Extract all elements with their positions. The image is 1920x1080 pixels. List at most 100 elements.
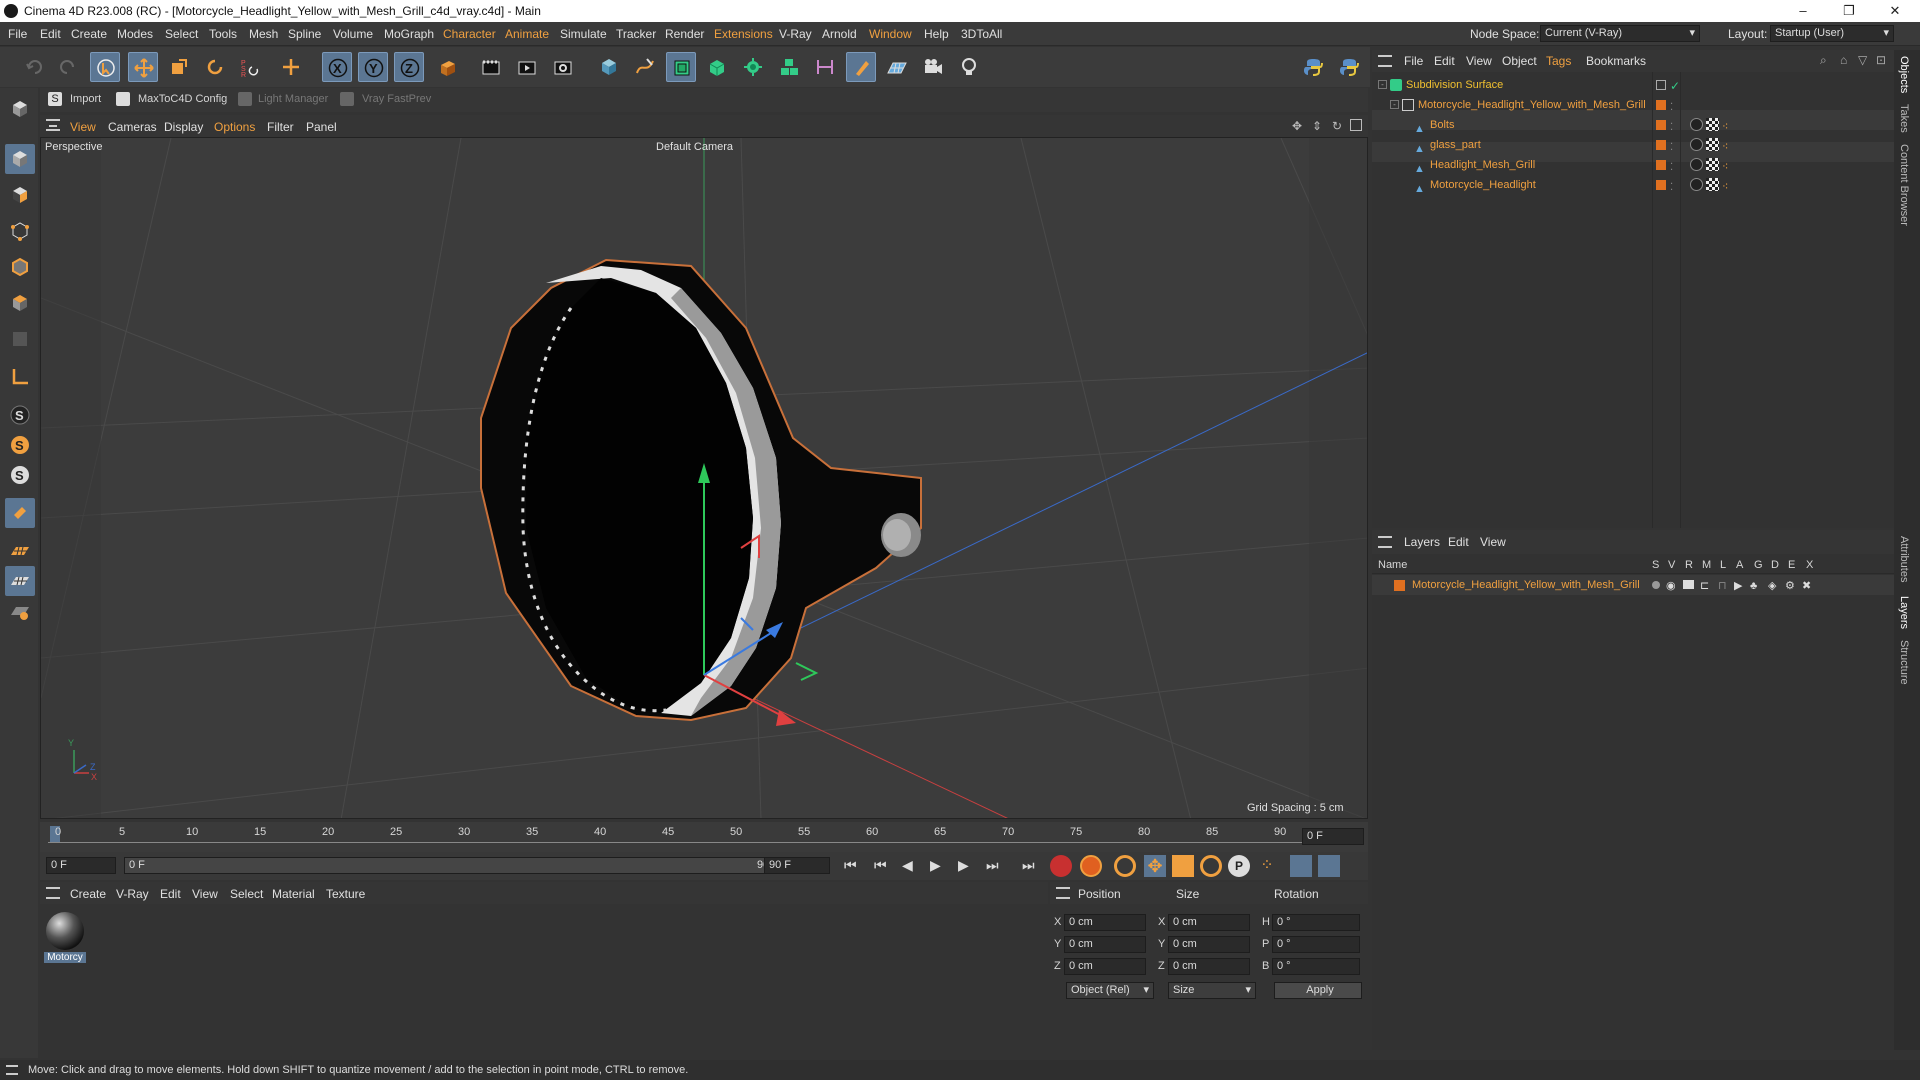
position-x-field[interactable]: 0 cm [1064,914,1146,931]
menu-mograph[interactable]: MoGraph [384,22,434,46]
manager-icon[interactable]: ⊏ [1700,576,1709,596]
material-tag-icon[interactable] [1690,138,1703,151]
menu-modes[interactable]: Modes [117,22,153,46]
menu-3dtoall[interactable]: 3DToAll [961,22,1002,46]
menu-tools[interactable]: Tools [209,22,237,46]
current-frame-field[interactable]: 0 F [1302,828,1364,845]
material-menu-view[interactable]: View [192,882,218,906]
axis-mode-button[interactable] [5,362,35,392]
uv-mode-button[interactable] [5,324,35,354]
menu-vray[interactable]: V-Ray [779,22,812,46]
tab-takes[interactable]: Takes [1898,104,1910,133]
object-row-motorcycle-headlight[interactable]: ▲ Motorcycle_Headlight ⁚ ⁖ [1372,175,1894,195]
headlight-model[interactable] [480,258,922,722]
vray-fastprev-button[interactable]: Vray FastPrev [362,93,431,105]
lock-y-axis-button[interactable]: Y [358,52,388,82]
coordinate-mode-dropdown[interactable]: Object (Rel) ▾ [1066,982,1154,999]
redo-button[interactable] [52,52,82,82]
render-view-button[interactable] [476,52,506,82]
deformer-button[interactable] [774,52,804,82]
menu-select[interactable]: Select [165,22,198,46]
play-icon[interactable]: ▶ [930,857,941,874]
rotation-b-field[interactable]: 0 ° [1272,958,1360,975]
camera-button[interactable] [918,52,948,82]
menu-file[interactable]: File [8,22,27,46]
undo-button[interactable] [20,52,50,82]
points-mode-button[interactable] [5,216,35,246]
material-menu-select[interactable]: Select [230,882,263,906]
menu-animate[interactable]: Animate [505,22,549,46]
camera-label[interactable]: Default Camera [656,141,733,153]
uvw-tag-icon[interactable] [1706,118,1719,131]
symmetry-button[interactable] [810,52,840,82]
visibility-dots-icon[interactable]: ⁚ [1670,178,1673,198]
timeline-ruler[interactable]: 0 5 10 15 20 25 30 35 40 45 50 55 60 65 … [40,822,1368,852]
checkmark-icon[interactable]: ✓ [1670,76,1680,96]
light-button[interactable] [954,52,984,82]
object-row-headlight-mesh-grill[interactable]: ▲ Headlight_Mesh_Grill ⁚ ⁖ [1372,155,1894,175]
eye-icon[interactable]: ◉ [1666,576,1676,596]
hamburger-icon[interactable] [1378,536,1392,548]
node-space-dropdown[interactable]: Current (V-Ray) ▾ [1540,25,1700,42]
key-rotation-icon[interactable] [1200,855,1222,877]
auto-keying-icon[interactable] [1080,855,1102,877]
material-menu-texture[interactable]: Texture [326,882,365,906]
workplane-button[interactable] [5,536,35,566]
animation-icon[interactable]: ▶ [1734,576,1742,596]
layout-dropdown[interactable]: Startup (User) ▾ [1770,25,1894,42]
viewport-menu-display[interactable]: Display [164,115,203,139]
render-settings-button[interactable] [548,52,578,82]
menu-tracker[interactable]: Tracker [616,22,656,46]
timeline-window-icon[interactable] [1318,855,1340,877]
material-tag-icon[interactable] [1690,118,1703,131]
viewport-menu-cameras[interactable]: Cameras [108,115,157,139]
tab-objects[interactable]: Objects [1898,56,1910,93]
material-tag-icon[interactable] [1690,178,1703,191]
maximize-button[interactable]: ❐ [1826,0,1872,22]
go-to-start-icon[interactable]: ⏮ [844,857,857,874]
pan-view-icon[interactable]: ✥ [1292,119,1302,133]
size-mode-dropdown[interactable]: Size ▾ [1168,982,1256,999]
tab-content-browser[interactable]: Content Browser [1898,144,1910,226]
planar-workplane-button[interactable] [5,596,35,626]
menu-spline[interactable]: Spline [288,22,321,46]
render-to-picture-viewer-button[interactable] [512,52,542,82]
mograph-cloner-button[interactable] [738,52,768,82]
start-frame-field[interactable]: 0 F [46,857,116,874]
viewport-menu-filter[interactable]: Filter [267,115,294,139]
close-button[interactable]: ✕ [1872,0,1918,22]
layer-color-swatch[interactable] [1656,120,1666,130]
rotation-h-field[interactable]: 0 ° [1272,914,1360,931]
material-menu-vray[interactable]: V-Ray [116,882,149,906]
layer-color-swatch[interactable] [1656,100,1666,110]
spline-pen-button[interactable] [630,52,660,82]
menu-simulate[interactable]: Simulate [560,22,607,46]
collapse-icon[interactable]: - [1378,80,1387,89]
size-z-field[interactable]: 0 cm [1168,958,1250,975]
home-icon[interactable]: ⌂ [1840,53,1847,67]
uvw-tag-icon[interactable] [1706,138,1719,151]
om-menu-view[interactable]: View [1466,50,1492,74]
om-menu-bookmarks[interactable]: Bookmarks [1586,50,1646,74]
menu-window[interactable]: Window [869,22,912,46]
make-editable-button[interactable] [5,94,35,124]
environment-button[interactable] [846,52,876,82]
menu-extensions[interactable]: Extensions [714,22,773,46]
scale-tool-button[interactable] [164,52,194,82]
light-manager-button[interactable]: Light Manager [258,93,328,105]
object-row-bolts[interactable]: ▲ Bolts ⁚ ⁖ [1372,115,1894,135]
menu-render[interactable]: Render [665,22,704,46]
lock-icon[interactable]: ⊓ [1718,576,1727,596]
new-panel-icon[interactable]: ⊡ [1876,53,1886,67]
material-swatch[interactable]: Motorcy [44,912,86,966]
viewport-menu-view[interactable]: View [70,115,96,139]
om-menu-tags[interactable]: Tags [1546,50,1571,74]
size-x-field[interactable]: 0 cm [1168,914,1250,931]
solo-icon[interactable] [1652,581,1660,589]
minimize-button[interactable]: – [1780,0,1826,22]
polygons-mode-button[interactable] [5,288,35,318]
python-script-button[interactable] [1298,52,1328,82]
frame-range-slider[interactable]: 0 F 90 F [124,857,784,874]
layer-row[interactable]: Motorcycle_Headlight_Yellow_with_Mesh_Gr… [1372,575,1894,595]
live-selection-button[interactable] [90,52,120,82]
